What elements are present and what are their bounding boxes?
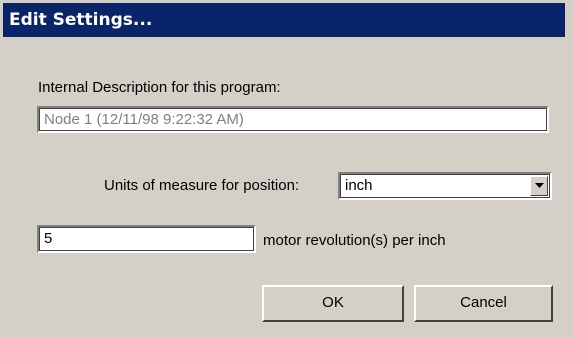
chevron-down-icon <box>534 183 544 189</box>
cancel-button-label: Cancel <box>460 294 507 311</box>
edit-settings-dialog: Edit Settings... Internal Description fo… <box>0 0 573 337</box>
units-selected-value: inch <box>345 177 373 194</box>
decorative-dots: · <box>556 162 560 172</box>
dialog-title: Edit Settings... <box>3 3 565 37</box>
ok-button-label: OK <box>322 294 344 311</box>
description-field[interactable]: Node 1 (12/11/98 9:22:32 AM) <box>37 106 549 133</box>
units-label: Units of measure for position: <box>104 177 300 194</box>
revolutions-label: motor revolution(s) per inch <box>263 232 446 249</box>
units-select[interactable]: inch <box>338 172 552 200</box>
revolutions-input[interactable]: 5 <box>37 225 256 253</box>
cancel-button[interactable]: Cancel <box>414 285 553 322</box>
decorative-dots: · <box>556 88 560 98</box>
dropdown-button[interactable] <box>530 176 548 196</box>
ok-button[interactable]: OK <box>262 285 404 322</box>
description-label: Internal Description for this program: <box>38 79 281 96</box>
